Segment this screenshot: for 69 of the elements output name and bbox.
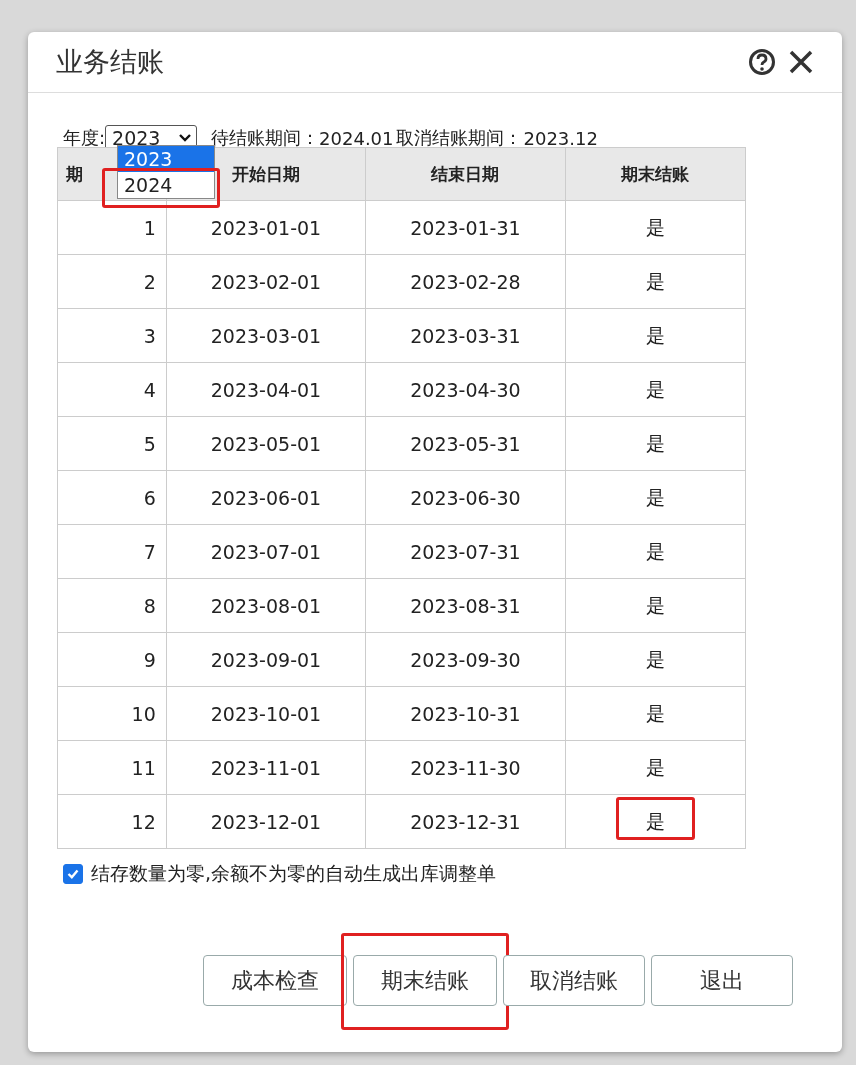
table-cell: 是 xyxy=(645,593,665,616)
table-cell: 是 xyxy=(645,431,665,454)
table-cell: 是 xyxy=(645,755,665,778)
table-cell: 12 xyxy=(131,810,156,833)
table-cell: 是 xyxy=(645,485,665,508)
table-cell: 2023-02-01 xyxy=(210,270,322,293)
table-cell: 2023-04-30 xyxy=(410,378,521,401)
table-cell: 2023-12-01 xyxy=(210,810,322,833)
cancel-period: 2023.12 xyxy=(523,127,598,149)
table-cell: 是 xyxy=(645,539,665,562)
table-cell: 是 xyxy=(645,701,665,724)
table-cell: 是 xyxy=(645,323,665,346)
table-cell: 2023-03-31 xyxy=(410,324,521,347)
table-cell: 2023-06-01 xyxy=(210,486,322,509)
column-header: 开始日期 xyxy=(231,163,300,184)
table-cell: 2023-07-31 xyxy=(410,540,521,563)
table-cell: 2023-09-30 xyxy=(410,648,521,671)
column-header: 结束日期 xyxy=(431,163,500,184)
table-cell: 5 xyxy=(143,432,156,455)
dialog-title: 业务结账 xyxy=(56,45,164,79)
table-cell: 2023-11-01 xyxy=(210,756,322,779)
table-cell: 2023-08-01 xyxy=(210,594,322,617)
checkmark-icon xyxy=(66,867,80,881)
table-cell: 2023-07-01 xyxy=(210,540,322,563)
table-cell: 2023-05-01 xyxy=(210,432,322,455)
checkbox-label: 结存数量为零,余额不为零的自动生成出库调整单 xyxy=(91,861,497,886)
cancel-label: 取消结账期间： xyxy=(395,126,522,150)
pending-period: 2024.01 xyxy=(319,127,394,149)
table-cell: 6 xyxy=(143,486,156,509)
table-cell: 2023-08-31 xyxy=(410,594,521,617)
table-cell: 10 xyxy=(131,702,156,725)
action-button[interactable]: 期末结账 xyxy=(353,955,497,1006)
table-cell: 是 xyxy=(645,377,665,400)
table-cell: 2023-10-01 xyxy=(210,702,322,725)
table-cell: 4 xyxy=(143,378,156,401)
action-button[interactable]: 取消结账 xyxy=(503,955,645,1006)
column-header: 期末结账 xyxy=(621,163,690,184)
action-button[interactable]: 退出 xyxy=(651,955,793,1006)
table-cell: 8 xyxy=(143,594,156,617)
chevron-icon xyxy=(178,133,193,143)
help-icon[interactable] xyxy=(748,48,776,76)
table-cell: 9 xyxy=(143,648,156,671)
table-cell: 2023-11-30 xyxy=(410,756,521,779)
dropdown-option[interactable]: 2024 xyxy=(118,172,214,198)
table-cell: 7 xyxy=(143,540,156,563)
table-cell: 11 xyxy=(131,756,156,779)
year-label: 年度: xyxy=(63,126,106,150)
table-cell: 2023-10-31 xyxy=(410,702,521,725)
table-cell: 2023-12-31 xyxy=(410,810,521,833)
table-cell: 2023-02-28 xyxy=(410,270,521,293)
table-cell: 1 xyxy=(143,216,156,239)
close-icon[interactable] xyxy=(788,49,814,75)
table-cell: 是 xyxy=(645,269,665,292)
action-button[interactable]: 成本检查 xyxy=(203,955,347,1006)
pending-label: 待结账期间： xyxy=(211,126,320,150)
table-cell: 2023-05-31 xyxy=(410,432,521,455)
checkbox[interactable] xyxy=(63,864,83,884)
table-cell: 是 xyxy=(645,809,665,832)
table-cell: 2023-09-01 xyxy=(210,648,322,671)
column-header: 期 xyxy=(66,163,83,184)
table-cell: 是 xyxy=(645,215,665,238)
table-cell: 2023-06-30 xyxy=(410,486,521,509)
table-cell: 2 xyxy=(143,270,156,293)
table-cell: 2023-03-01 xyxy=(210,324,322,347)
table-cell: 是 xyxy=(645,647,665,670)
table-cell: 2023-01-01 xyxy=(210,216,322,239)
table-cell: 2023-04-01 xyxy=(210,378,322,401)
table-cell: 2023-01-31 xyxy=(410,216,521,239)
table-cell: 3 xyxy=(143,324,156,347)
